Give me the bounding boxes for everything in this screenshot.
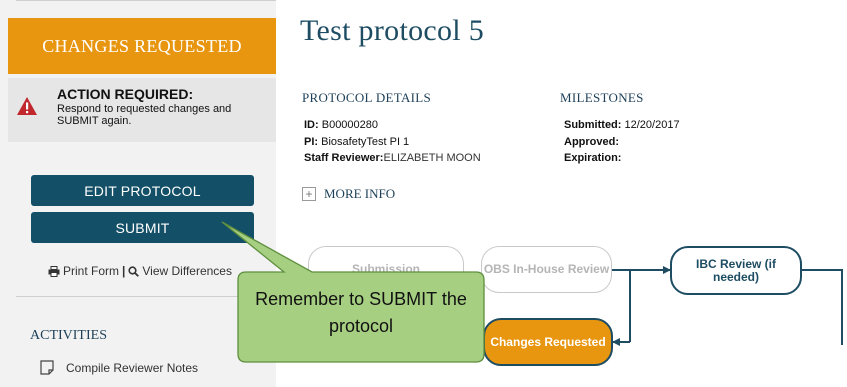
callout-text: Remember to SUBMIT the protocol xyxy=(255,289,467,336)
